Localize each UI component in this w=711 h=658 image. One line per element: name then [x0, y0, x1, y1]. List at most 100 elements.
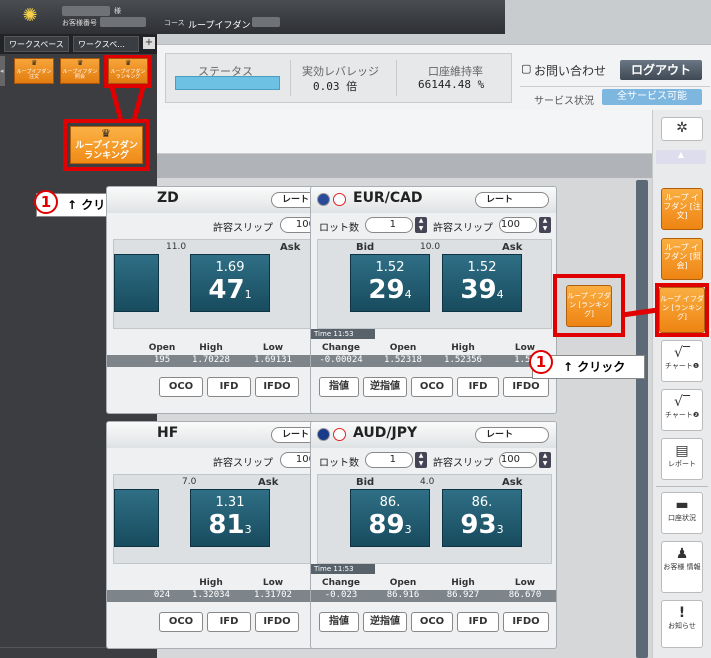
- ifdo-button[interactable]: IFDO: [503, 377, 549, 397]
- ask-pips: 39: [460, 275, 497, 305]
- report-icon: ▤: [675, 443, 689, 459]
- chart-icon: √‾: [674, 394, 690, 410]
- ask-box[interactable]: 1.31 813: [190, 489, 270, 547]
- nav-chart2-button[interactable]: √‾ チャート❷: [661, 389, 703, 431]
- customer-number-label: お客様番号: [62, 19, 97, 27]
- rate-toggle[interactable]: レート: [475, 192, 549, 208]
- bid-pips: 29: [368, 275, 405, 305]
- nav-loop-order-button[interactable]: ループ イフダン [注文]: [661, 188, 703, 230]
- step-number-badge: 1: [529, 350, 553, 374]
- nav-report-button[interactable]: ▤ レポート: [661, 438, 703, 480]
- scroll-up-icon[interactable]: ▲: [656, 150, 706, 164]
- ifdo-button[interactable]: IFDO: [503, 612, 549, 632]
- leverage-label: 実効レバレッジ: [302, 65, 379, 78]
- stop-button[interactable]: 逆指値: [363, 612, 407, 632]
- ifdo-button[interactable]: IFDO: [255, 612, 299, 632]
- divider: [396, 60, 397, 96]
- logout-button[interactable]: ログアウト: [620, 60, 702, 80]
- nav-loop-ranking-button[interactable]: ループ イフダン [ランキング]: [659, 287, 705, 333]
- lot-stepper[interactable]: ▲ ▼: [415, 217, 427, 233]
- lot-input[interactable]: 1: [365, 452, 413, 468]
- bid-box[interactable]: [114, 489, 159, 547]
- currency-pair: AUD/JPY: [353, 425, 418, 441]
- margin-value: 66144.48 %: [418, 78, 485, 91]
- tab-workspace-2[interactable]: ワークスペ... ✕: [73, 36, 139, 65]
- lot-stepper[interactable]: ▲ ▼: [415, 452, 427, 468]
- slip-label: 許容スリップ: [213, 223, 273, 234]
- rate-panel-eurcad: EUR/CAD レート ロット数 1 ▲ ▼ 許容スリップ 100 ▲ ▼ Bid …: [310, 186, 557, 414]
- bid-box[interactable]: 1.52 294: [350, 254, 430, 312]
- nav-account-button[interactable]: ▬ 口座状況: [661, 492, 703, 534]
- customer-name-redacted: [62, 6, 110, 16]
- ranking-float-button[interactable]: ループ イフダン [ランキング]: [566, 285, 612, 327]
- nav-notice-button[interactable]: ! お知らせ: [661, 600, 703, 648]
- settings-button[interactable]: ✲: [661, 117, 703, 141]
- limit-button[interactable]: 指値: [319, 377, 359, 397]
- oco-button[interactable]: OCO: [159, 612, 203, 632]
- nav-customer-label: お客様 情報: [663, 563, 701, 571]
- ask-label: Ask: [280, 242, 301, 253]
- mini-order-button[interactable]: ♛ ループイフダン 注文: [14, 58, 54, 84]
- oco-button[interactable]: OCO: [159, 377, 203, 397]
- nav-loop-inquiry-button[interactable]: ループ イフダン [照会]: [661, 238, 703, 280]
- time-badge: Time 11:53: [311, 329, 375, 339]
- nav-chart1-button[interactable]: √‾ チャート❶: [661, 340, 703, 382]
- nav-report-label: レポート: [668, 460, 696, 468]
- inquiry-icon: ▢: [521, 62, 532, 75]
- ask-prefix: 1.52: [467, 260, 497, 275]
- margin-label: 口座維持率: [428, 65, 483, 78]
- open-label: Open: [389, 578, 417, 588]
- chart-icon: √‾: [674, 345, 690, 361]
- mini-inquiry-button[interactable]: ♛ ループイフダン 照会: [60, 58, 100, 84]
- rate-toggle[interactable]: レート: [475, 427, 549, 443]
- change-value: -0.00024: [319, 355, 363, 365]
- slip-stepper[interactable]: ▲▼: [539, 217, 551, 233]
- ifdo-button[interactable]: IFDO: [255, 377, 299, 397]
- bid-fraction: 4: [404, 288, 412, 301]
- mini-ranking-label: ループイフダン ランキング: [110, 69, 146, 80]
- time-label: Time: [314, 565, 332, 573]
- ifd-button[interactable]: IFD: [207, 612, 251, 632]
- ask-box[interactable]: 1.52 394: [442, 254, 522, 312]
- inquiry-link[interactable]: お問い合わせ: [534, 62, 606, 79]
- oco-button[interactable]: OCO: [411, 612, 453, 632]
- stop-button[interactable]: 逆指値: [363, 377, 407, 397]
- nav-chart1-label: チャート❶: [664, 362, 700, 370]
- currency-pair: EUR/CAD: [353, 190, 423, 206]
- rate-panel-audjpy: AUD/JPY レート ロット数 1 ▲ ▼ 許容スリップ 100 ▲ ▼ Bid …: [310, 421, 557, 649]
- quote-area: Bid 4.0 Ask 86. 893 86. 933: [317, 474, 552, 564]
- mini-inquiry-label: ループイフダン 照会: [62, 69, 98, 80]
- nav-chart2-label: チャート❷: [664, 411, 700, 419]
- ranking-button-zoomed[interactable]: ♛ ループイフダン ランキング: [70, 126, 143, 164]
- limit-button[interactable]: 指値: [319, 612, 359, 632]
- collapse-arrow-icon[interactable]: ◂: [0, 56, 5, 86]
- slip-input[interactable]: 100: [499, 217, 537, 233]
- ask-fraction: 1: [244, 288, 252, 301]
- lot-input[interactable]: 1: [365, 217, 413, 233]
- oco-button[interactable]: OCO: [411, 377, 453, 397]
- bid-pips: 89: [368, 510, 405, 540]
- add-workspace-button[interactable]: +: [143, 37, 155, 49]
- ifd-button[interactable]: IFD: [457, 612, 499, 632]
- ask-box[interactable]: 1.69 471: [190, 254, 270, 312]
- vertical-scrollbar[interactable]: [636, 180, 648, 658]
- step-number-badge: 1: [34, 190, 58, 214]
- divider: [290, 60, 291, 96]
- honorific: 様: [114, 7, 121, 15]
- slip-input[interactable]: 100: [499, 452, 537, 468]
- mini-ranking-button[interactable]: ♛ ループイフダン ランキング: [108, 58, 148, 84]
- slip-stepper[interactable]: ▲▼: [539, 452, 551, 468]
- ask-fraction: 3: [496, 523, 504, 536]
- jp-flag-icon: [333, 428, 346, 441]
- bid-box[interactable]: [114, 254, 159, 312]
- ifd-button[interactable]: IFD: [457, 377, 499, 397]
- ifd-button[interactable]: IFD: [207, 377, 251, 397]
- ask-pips: 47: [208, 275, 245, 305]
- tab-workspace-1[interactable]: ワークスペース: [4, 36, 69, 52]
- ask-box[interactable]: 86. 933: [442, 489, 522, 547]
- low-label: Low: [262, 578, 284, 588]
- nav-customer-button[interactable]: ♟ お客様 情報: [661, 541, 703, 593]
- bid-box[interactable]: 86. 893: [350, 489, 430, 547]
- workspace-bar: ワークスペース ワークスペ... ✕: [0, 34, 157, 65]
- au-flag-icon: [317, 428, 330, 441]
